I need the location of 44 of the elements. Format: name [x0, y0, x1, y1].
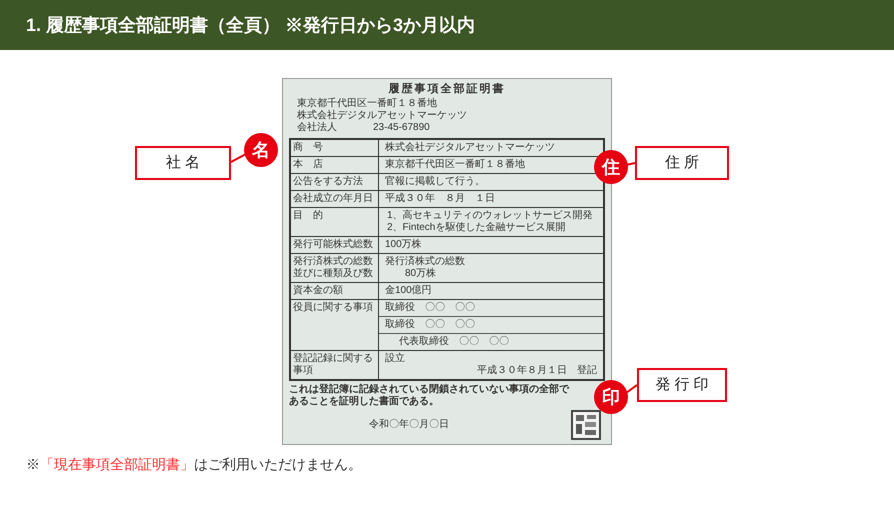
- leader-line: [625, 384, 638, 394]
- corporate-number: 23-45-67890: [373, 122, 430, 134]
- issue-date: 令和〇年〇月〇日: [369, 419, 449, 431]
- corporate-number-label: 会社法人: [297, 122, 337, 134]
- leader-line: [230, 153, 246, 163]
- address-line: 株式会社デジタルアセットマーケッツ: [297, 110, 468, 122]
- field-value: 東京都千代田区一番町１８番地: [385, 159, 526, 171]
- field-value: 100万株: [385, 239, 423, 251]
- callout-label: 社 名: [135, 146, 231, 180]
- field-value: 80万株: [404, 268, 438, 280]
- document-title: 履歴事項全部証明書: [388, 83, 506, 95]
- callout-label: 発 行 印: [637, 368, 727, 402]
- field-label: 商 号: [293, 142, 323, 153]
- certification-text: これは登記簿に記録されている閉鎖されていない事項の全部であることを証明した書面である。: [289, 384, 570, 408]
- field-value: 2、Fintechを駆使した金融サービス展開: [386, 222, 566, 234]
- field-value: 発行済株式の総数: [385, 256, 466, 268]
- field-label: 登記記録に関する事項: [293, 353, 373, 376]
- callout-marker: 住: [594, 150, 628, 184]
- field-value: 設立: [385, 353, 406, 365]
- section-title: 1. 履歴事項全部証明書（全頁） ※発行日から3か月以内: [26, 14, 476, 36]
- officer-entry: 代表取締役 〇〇 〇〇: [398, 336, 509, 347]
- field-label: 資本金の額: [293, 285, 343, 296]
- field-value: 官報に掲載して行う。: [385, 176, 486, 188]
- field-label: 目 的: [293, 210, 323, 221]
- field-value: 金100億円: [385, 285, 433, 297]
- field-label: 発行可能株式総数: [293, 239, 373, 250]
- field-value: 株式会社デジタルアセットマーケッツ: [385, 142, 556, 154]
- officer-entry: 取締役 〇〇 〇〇: [385, 302, 475, 313]
- field-label: 役員に関する事項: [293, 302, 373, 313]
- address-line: 東京都千代田区一番町１８番地: [297, 98, 438, 110]
- field-label: 公告をする方法: [293, 176, 363, 187]
- field-value: 平成３０年８月１日 登記: [477, 365, 597, 377]
- field-value: 平成３０年 ８月 １日: [385, 193, 496, 205]
- officer-entry: 取締役 〇〇 〇〇: [385, 319, 475, 330]
- callout-marker: 名: [244, 133, 278, 167]
- field-label: 会社成立の年月日: [293, 193, 373, 204]
- field-label: 発行済株式の総数並びに種類及び数: [293, 256, 373, 279]
- callout-marker: 印: [594, 380, 628, 414]
- usage-note: ※「現在事項全部証明書」はご利用いただけません。: [25, 455, 363, 474]
- callout-label: 住 所: [635, 146, 729, 180]
- field-value: 1、高セキュリティのウォレットサービス開発: [386, 210, 594, 222]
- leader-line: [626, 162, 636, 166]
- seal-stamp-icon: [571, 410, 601, 440]
- field-label: 本 店: [293, 159, 323, 170]
